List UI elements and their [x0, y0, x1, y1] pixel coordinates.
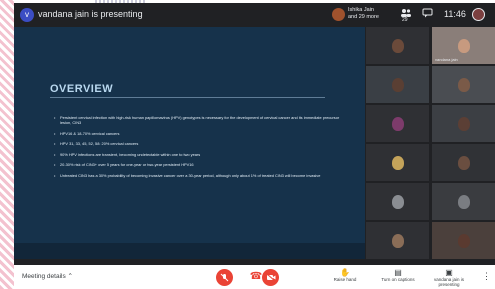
participant-tile[interactable] — [366, 222, 429, 259]
participant-face — [457, 194, 470, 209]
mic-off-icon — [220, 273, 229, 282]
participant-tile[interactable] — [366, 66, 429, 103]
meeting-details-button[interactable]: Meeting details ⌃ — [22, 272, 73, 280]
mic-toggle-button[interactable] — [216, 269, 233, 286]
slide-bullet: Untreated CIN3 has a 30% probability of … — [54, 173, 344, 178]
participant-face — [391, 155, 404, 170]
present-icon: ▣ — [445, 268, 453, 277]
more-options-icon[interactable]: ⋮ — [482, 271, 491, 282]
participant-tile[interactable] — [366, 144, 429, 181]
participant-face — [457, 116, 470, 131]
participant-tile[interactable] — [366, 105, 429, 142]
participant-face — [457, 233, 470, 248]
presentation-slide: OVERVIEW Persistent cervical infection w… — [14, 27, 365, 259]
slide-divider — [50, 97, 325, 98]
captions-icon: ▤ — [394, 268, 402, 277]
presenting-label: vandana jain is presenting — [433, 277, 465, 287]
hand-raise-text[interactable]: Ishika Jain and 29 more — [348, 7, 384, 21]
participant-tile[interactable] — [432, 66, 495, 103]
raise-hand-button[interactable]: ✋ Raise hand — [325, 268, 365, 282]
captions-label: Turn on captions — [381, 277, 415, 282]
participant-face — [391, 77, 404, 92]
slide-footer-band — [14, 243, 365, 259]
slide-bullet: HPV 31, 33, 45, 52, 58: 20% cervical can… — [54, 141, 344, 146]
hand-icon: ✋ — [340, 268, 350, 277]
participant-face — [457, 155, 470, 170]
participant-tile[interactable] — [432, 222, 495, 259]
participant-name: vandana jain — [435, 57, 458, 62]
slide-bullet: Persistent cervical infection with high-… — [54, 115, 344, 125]
slide-bullet: HPV16 & 18-70% cervical cancers — [54, 131, 344, 136]
camera-off-icon — [266, 273, 275, 282]
participant-tile[interactable] — [366, 183, 429, 220]
slide-title: OVERVIEW — [50, 83, 114, 95]
top-bar: v vandana jain is presenting Ishika Jain… — [14, 3, 495, 27]
slide-bullet: 20-30% risk of CIN3+ over 5 years for on… — [54, 162, 344, 167]
slide-bullets: Persistent cervical infection with high-… — [54, 115, 344, 183]
participant-tile[interactable]: vandana jain — [432, 27, 495, 64]
end-call-icon: ☎ — [249, 271, 263, 282]
captions-button[interactable]: ▤ Turn on captions — [378, 268, 418, 282]
participant-face — [391, 194, 404, 209]
meeting-details-label: Meeting details — [22, 273, 66, 280]
present-now-button[interactable]: ▣ vandana jain is presenting — [429, 268, 469, 287]
participant-face — [457, 77, 470, 92]
presenter-label: vandana jain is presenting — [38, 9, 143, 19]
camera-toggle-button[interactable] — [262, 269, 279, 286]
background-pattern — [0, 0, 14, 289]
participant-face — [391, 38, 404, 53]
participant-tile[interactable] — [432, 105, 495, 142]
chevron-up-icon: ⌃ — [67, 273, 73, 280]
user-avatar[interactable] — [472, 8, 485, 21]
participant-face — [391, 233, 404, 248]
participant-tile[interactable] — [366, 27, 429, 64]
participant-face — [391, 116, 404, 131]
hand-raise-avatar[interactable] — [332, 8, 345, 21]
participant-tile[interactable] — [432, 183, 495, 220]
participant-face — [457, 38, 470, 53]
control-bar: Meeting details ⌃ ☎ ✋ Raise hand ▤ Turn … — [14, 265, 495, 289]
participants-count: 29 — [402, 17, 408, 23]
clock: 11:46 — [444, 9, 466, 19]
participant-tile[interactable] — [432, 144, 495, 181]
chat-icon[interactable] — [422, 8, 433, 20]
meet-window: v vandana jain is presenting Ishika Jain… — [14, 3, 495, 289]
participant-grid: vandana jain — [366, 27, 495, 260]
raise-hand-label: Raise hand — [333, 277, 357, 282]
presenter-avatar: v — [20, 8, 34, 22]
slide-bullet: 90% HPV infections are transient, becomi… — [54, 152, 344, 157]
